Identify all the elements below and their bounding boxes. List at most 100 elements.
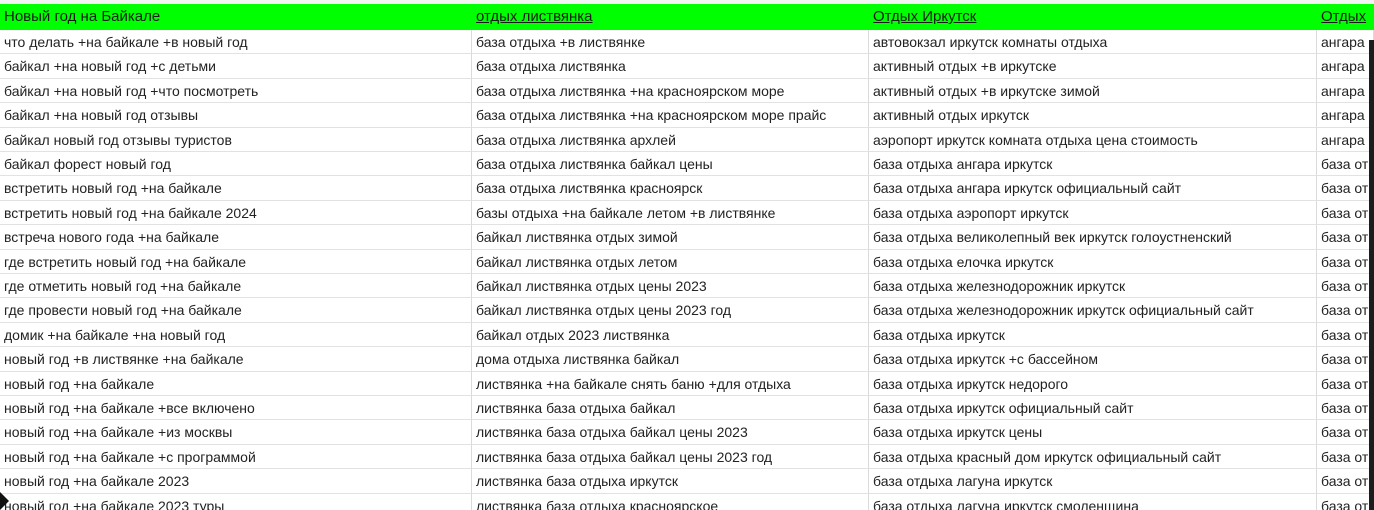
table-cell[interactable]: база от [1317,347,1374,372]
table-cell[interactable]: байкал листвянка отдых летом [472,249,869,274]
table-cell[interactable]: аэропорт иркутск комната отдыха цена сто… [869,127,1317,152]
table-row: новый год +на байкале 2023 туры листвянка… [0,493,1374,510]
table-cell[interactable]: база отдыха листвянка красноярск [472,176,869,201]
table-cell[interactable]: активный отдых +в иркутске [869,54,1317,79]
table-cell[interactable]: встретить новый год +на байкале [0,176,472,201]
header-row: Новый год на Байкале отдых листвянка Отд… [0,4,1374,30]
table-cell[interactable]: база отдыха ангара иркутск [869,152,1317,177]
table-cell[interactable]: база отдыха листвянка +на красноярском м… [472,78,869,104]
table-cell[interactable]: байкал +на новый год отзывы [0,103,472,128]
table-row: домик +на байкале +на новый год байкал от… [0,322,1374,348]
table-cell[interactable]: активный отдых +в иркутске зимой [869,78,1317,104]
table-cell[interactable]: база отдыха листвянка архлей [472,127,869,152]
table-cell[interactable]: ангара [1317,30,1374,55]
table-cell[interactable]: база отдыха листвянка байкал цены [472,152,869,177]
table-cell[interactable]: байкал листвянка отдых зимой [472,225,869,250]
table-cell[interactable]: байкал листвянка отдых цены 2023 год [472,298,869,323]
table-cell[interactable]: базы отдыха +на байкале летом +в листвян… [472,200,869,226]
table-cell[interactable]: база от [1317,249,1374,274]
table-row: байкал +на новый год отзывы база отдыха л… [0,103,1374,128]
table-cell[interactable]: база от [1317,444,1374,470]
table-cell[interactable]: ангара [1317,103,1374,128]
table-cell[interactable]: где встретить новый год +на байкале [0,249,472,274]
table-cell[interactable]: база отдыха иркутск недорого [869,371,1317,396]
table-row: байкал новый год отзывы туристов база отд… [0,127,1374,152]
table-cell[interactable]: база от [1317,200,1374,226]
header-cell-otdyh-irkutsk[interactable]: Отдых Иркутск [869,4,1317,30]
table-cell[interactable]: база отдыха +в листвянке [472,30,869,55]
table-cell[interactable]: база отдыха иркутск официальный сайт [869,396,1317,421]
table-row: байкал +на новый год +что посмотреть база… [0,78,1374,104]
table-row: новый год +на байкале +все включено листв… [0,396,1374,421]
table-cell[interactable]: база отдыха лагуна иркутск смоленщина [869,493,1317,510]
table-cell[interactable]: база от [1317,493,1374,510]
table-cell[interactable]: листвянка база отдыха байкал цены 2023 г… [472,444,869,470]
table-cell[interactable]: листвянка база отдыха байкал [472,396,869,421]
table-cell[interactable]: листвянка база отдыха иркутск [472,469,869,494]
table-cell[interactable]: байкал +на новый год +что посмотреть [0,78,472,104]
table-cell[interactable]: автовокзал иркутск комнаты отдыха [869,30,1317,55]
table-cell[interactable]: база от [1317,420,1374,445]
table-cell[interactable]: дома отдыха листвянка байкал [472,347,869,372]
table-cell[interactable]: новый год +на байкале +все включено [0,396,472,421]
table-cell[interactable]: байкал листвянка отдых цены 2023 [472,274,869,299]
header-cell-novy-god[interactable]: Новый год на Байкале [0,4,472,30]
table-cell[interactable]: база отдыха красный дом иркутск официаль… [869,444,1317,470]
table-cell[interactable]: где провести новый год +на байкале [0,298,472,323]
table-cell[interactable]: база от [1317,322,1374,348]
table-cell[interactable]: байкал новый год отзывы туристов [0,127,472,152]
table-cell[interactable]: база от [1317,225,1374,250]
table-cell[interactable]: база отдыха елочка иркутск [869,249,1317,274]
table-cell[interactable]: встретить новый год +на байкале 2024 [0,200,472,226]
table-cell[interactable]: листвянка база отдыха байкал цены 2023 [472,420,869,445]
table-cell[interactable]: база от [1317,152,1374,177]
mouse-cursor-icon [0,492,9,510]
table-cell[interactable]: база отдыха иркутск [869,322,1317,348]
table-row: встретить новый год +на байкале 2024 базы… [0,200,1374,226]
table-cell[interactable]: база отдыха аэропорт иркутск [869,200,1317,226]
table-cell[interactable]: встреча нового года +на байкале [0,225,472,250]
table-cell[interactable]: где отметить новый год +на байкале [0,274,472,299]
table-cell[interactable]: база отдыха листвянка [472,54,869,79]
table-cell[interactable]: листвянка +на байкале снять баню +для от… [472,371,869,396]
table-cell[interactable]: новый год +на байкале [0,371,472,396]
table-cell[interactable]: листвянка база отдыха красноярское [472,493,869,510]
table-cell[interactable]: база от [1317,274,1374,299]
table-cell[interactable]: новый год +на байкале 2023 туры [0,493,472,510]
table-cell[interactable]: база отдыха железнодорожник иркутск офиц… [869,298,1317,323]
table-cell[interactable]: ангара [1317,54,1374,79]
header-cell-otdyh[interactable]: Отдых [1317,4,1374,30]
header-cell-otdyh-listvyanka[interactable]: отдых листвянка [472,4,869,30]
table-cell[interactable]: база отдыха лагуна иркутск [869,469,1317,494]
table-cell[interactable]: база от [1317,469,1374,494]
table-cell[interactable]: байкал +на новый год +с детьми [0,54,472,79]
table-row: где отметить новый год +на байкале байкал… [0,274,1374,299]
table-cell[interactable]: база отдыха иркутск +с бассейном [869,347,1317,372]
table-cell[interactable]: новый год +на байкале 2023 [0,469,472,494]
table-cell[interactable]: что делать +на байкале +в новый год [0,30,472,55]
table-cell[interactable]: ангара [1317,127,1374,152]
table-row: байкал +на новый год +с детьми база отдых… [0,54,1374,79]
table-row: что делать +на байкале +в новый год база … [0,30,1374,55]
table-cell[interactable]: новый год +на байкале +из москвы [0,420,472,445]
table-row: новый год +на байкале +с программой листв… [0,444,1374,470]
table-cell[interactable]: домик +на байкале +на новый год [0,322,472,348]
table-cell[interactable]: новый год +на байкале +с программой [0,444,472,470]
table-cell[interactable]: база от [1317,298,1374,323]
table-cell[interactable]: база от [1317,371,1374,396]
table-cell[interactable]: база отдыха ангара иркутск официальный с… [869,176,1317,201]
table-cell[interactable]: байкал отдых 2023 листвянка [472,322,869,348]
table-cell[interactable]: байкал форест новый год [0,152,472,177]
table-row: встретить новый год +на байкале база отды… [0,176,1374,201]
table-cell[interactable]: база отдыха великолепный век иркутск гол… [869,225,1317,250]
table-row: где встретить новый год +на байкале байка… [0,249,1374,274]
table-cell[interactable]: база от [1317,396,1374,421]
table-cell[interactable]: активный отдых иркутск [869,103,1317,128]
table-cell[interactable]: база отдыха листвянка +на красноярском м… [472,103,869,128]
table-cell[interactable]: база отдыха иркутск цены [869,420,1317,445]
table-cell[interactable]: новый год +в листвянке +на байкале [0,347,472,372]
table-cell[interactable]: ангара [1317,78,1374,104]
table-cell[interactable]: база отдыха железнодорожник иркутск [869,274,1317,299]
table-row: новый год +на байкале +из москвы листвянк… [0,420,1374,445]
table-cell[interactable]: база от [1317,176,1374,201]
